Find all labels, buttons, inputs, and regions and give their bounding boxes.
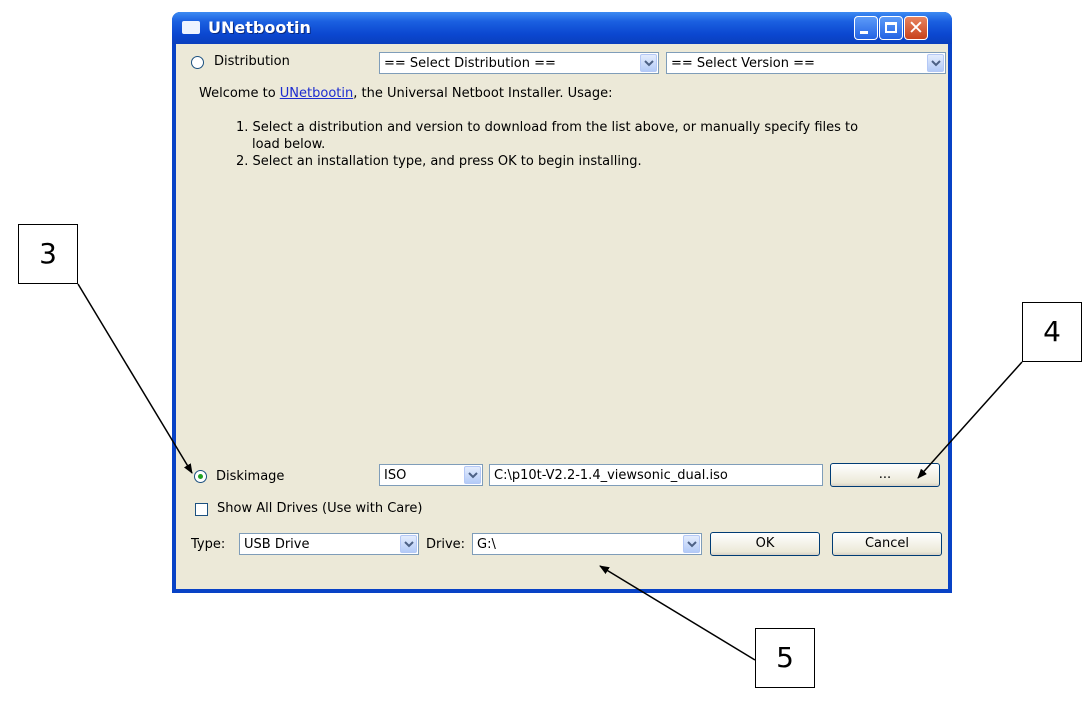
arrow-5 <box>599 565 756 661</box>
arrow-3 <box>77 283 193 474</box>
callout-arrows <box>77 283 1023 661</box>
arrow-4 <box>917 361 1023 479</box>
